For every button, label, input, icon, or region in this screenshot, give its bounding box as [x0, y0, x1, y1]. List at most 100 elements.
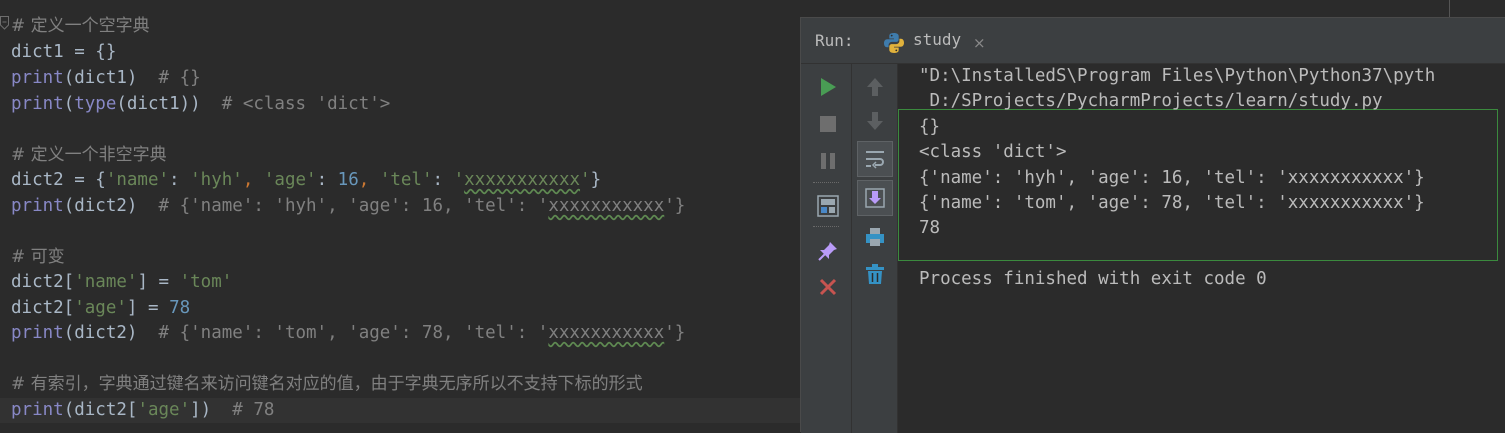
- code-editor[interactable]: # 定义一个空字典 dict1 = {} print(dict1) # {} prin…: [0, 0, 800, 432]
- code-token: ] =: [137, 272, 180, 292]
- code-token: xxxxxxxxxxx: [548, 323, 665, 343]
- code-line[interactable]: # 定义一个非空字典: [11, 143, 167, 168]
- toolbar-separator: [813, 182, 839, 183]
- run-tool-window: Run: study × "D:\InstalledS\Program File…: [800, 17, 1505, 433]
- code-token: 'name': [105, 170, 170, 190]
- code-token: # {'name': 'hyh', 'age': 16, 'tel': ': [158, 196, 549, 216]
- code-token: ]): [190, 400, 233, 420]
- python-icon: [884, 33, 904, 53]
- up-arrow-icon: [867, 78, 883, 96]
- output-line: {'name': 'hyh', 'age': 16, 'tel': 'xxxxx…: [919, 168, 1425, 188]
- code-token: 'age': [263, 170, 317, 190]
- run-button[interactable]: [813, 72, 843, 102]
- code-token: (dict2): [63, 323, 159, 343]
- code-token: 'age': [137, 400, 191, 420]
- code-token: print: [11, 196, 64, 216]
- tab-study[interactable]: study ×: [873, 24, 993, 62]
- layout-button[interactable]: [813, 191, 843, 221]
- code-line[interactable]: print(dict1) # {}: [11, 66, 201, 91]
- code-token: (dict1)): [116, 94, 222, 114]
- run-header: Run: study ×: [801, 18, 1505, 64]
- print-icon: [866, 228, 884, 246]
- code-token: # <class 'dict'>: [221, 94, 391, 114]
- code-token: xxxxxxxxxxx: [548, 196, 665, 216]
- code-token: 'name': [74, 272, 138, 292]
- code-token: print: [11, 323, 64, 343]
- code-token: dict2[: [11, 298, 75, 318]
- code-token: ] =: [126, 298, 170, 318]
- code-token: type: [74, 94, 117, 114]
- code-token: 'tom': [179, 272, 233, 292]
- code-line[interactable]: dict2['name'] = 'tom': [11, 270, 232, 295]
- code-line[interactable]: print(dict2['age']) # 78: [0, 398, 800, 423]
- tab-close-icon[interactable]: ×: [973, 34, 986, 52]
- run-icon: [821, 78, 836, 96]
- code-line[interactable]: print(dict2) # {'name': 'tom', 'age': 78…: [11, 321, 685, 346]
- up-button[interactable]: [860, 72, 890, 102]
- code-token: 'age': [74, 298, 127, 318]
- pin-icon: [818, 242, 837, 261]
- code-token: print: [11, 94, 64, 114]
- code-token: ': [453, 170, 465, 190]
- down-button[interactable]: [860, 106, 890, 136]
- code-line[interactable]: dict2 = {'name': 'hyh', 'age': 16, 'tel'…: [11, 168, 601, 193]
- run-label: Run:: [815, 31, 854, 50]
- toolbar-separator: [813, 226, 839, 227]
- code-token: :: [316, 170, 338, 190]
- layout-icon: [817, 195, 839, 217]
- stop-button[interactable]: [813, 109, 843, 139]
- soft-wrap-icon: [866, 151, 884, 169]
- code-line[interactable]: print(type(dict1)) # <class 'dict'>: [11, 92, 390, 117]
- run-toolbar-left: [801, 64, 852, 433]
- code-token: dict1 = {}: [11, 42, 117, 62]
- code-token: '}: [664, 196, 686, 216]
- code-token: (dict2): [63, 196, 159, 216]
- code-token: xxxxxxxxxxx: [464, 170, 581, 190]
- fold-marker-icon[interactable]: [0, 16, 9, 30]
- run-toolbar-right: [852, 64, 898, 433]
- code-token: }: [590, 170, 602, 190]
- code-token: # 78: [232, 400, 275, 420]
- code-token: 16: [337, 170, 359, 190]
- output-line: "D:\InstalledS\Program Files\Python\Pyth…: [919, 66, 1436, 86]
- scroll-to-end-icon: [865, 188, 885, 208]
- code-token: 'tel': [379, 170, 433, 190]
- soft-wrap-button[interactable]: [857, 141, 893, 177]
- print-button[interactable]: [860, 222, 890, 252]
- code-line[interactable]: dict2['age'] = 78: [11, 296, 190, 321]
- code-line[interactable]: dict1 = {}: [11, 40, 116, 65]
- code-token: ,: [358, 170, 380, 190]
- close-run-button[interactable]: [813, 272, 843, 302]
- code-line[interactable]: # 有索引，字典通过键名来访问键名对应的值，由于字典无序所以不支持下标的形式: [11, 372, 643, 397]
- pause-button[interactable]: [813, 146, 843, 176]
- process-finished-text: Process finished with exit code 0: [919, 269, 1267, 289]
- code-token: # 有索引，字典通过键名来访问键名对应的值，由于字典无序所以不支持下标的形式: [11, 374, 643, 394]
- code-token: 'hyh': [190, 170, 243, 190]
- output-line: <class 'dict'>: [919, 142, 1067, 162]
- code-token: '}: [664, 323, 686, 343]
- code-token: (dict1): [63, 68, 159, 88]
- code-token: :: [432, 170, 454, 190]
- down-arrow-icon: [867, 112, 883, 130]
- code-token: ,: [242, 170, 264, 190]
- code-token: ': [580, 170, 591, 190]
- clear-button[interactable]: [860, 259, 890, 289]
- code-token: print: [11, 68, 64, 88]
- stop-icon: [820, 116, 836, 132]
- code-token: 78: [169, 298, 191, 318]
- code-token: # {'name': 'tom', 'age': 78, 'tel': ': [158, 323, 549, 343]
- console-output[interactable]: "D:\InstalledS\Program Files\Python\Pyth…: [898, 64, 1505, 432]
- code-token: # 定义一个空字典: [11, 16, 150, 36]
- output-line: 78: [919, 218, 941, 238]
- code-token: dict2[: [11, 272, 75, 292]
- output-line: D:/SProjects/PycharmProjects/learn/study…: [919, 91, 1383, 111]
- scroll-to-end-button[interactable]: [857, 180, 893, 216]
- code-line[interactable]: # 定义一个空字典: [11, 14, 150, 39]
- code-line[interactable]: print(dict2) # {'name': 'hyh', 'age': 16…: [11, 194, 685, 219]
- code-token: print: [11, 400, 64, 420]
- code-token: (dict2[: [63, 400, 138, 420]
- pin-button[interactable]: [813, 236, 843, 266]
- code-token: dict2 = {: [11, 170, 106, 190]
- code-line[interactable]: # 可变: [11, 245, 65, 270]
- tab-label: study: [913, 30, 962, 49]
